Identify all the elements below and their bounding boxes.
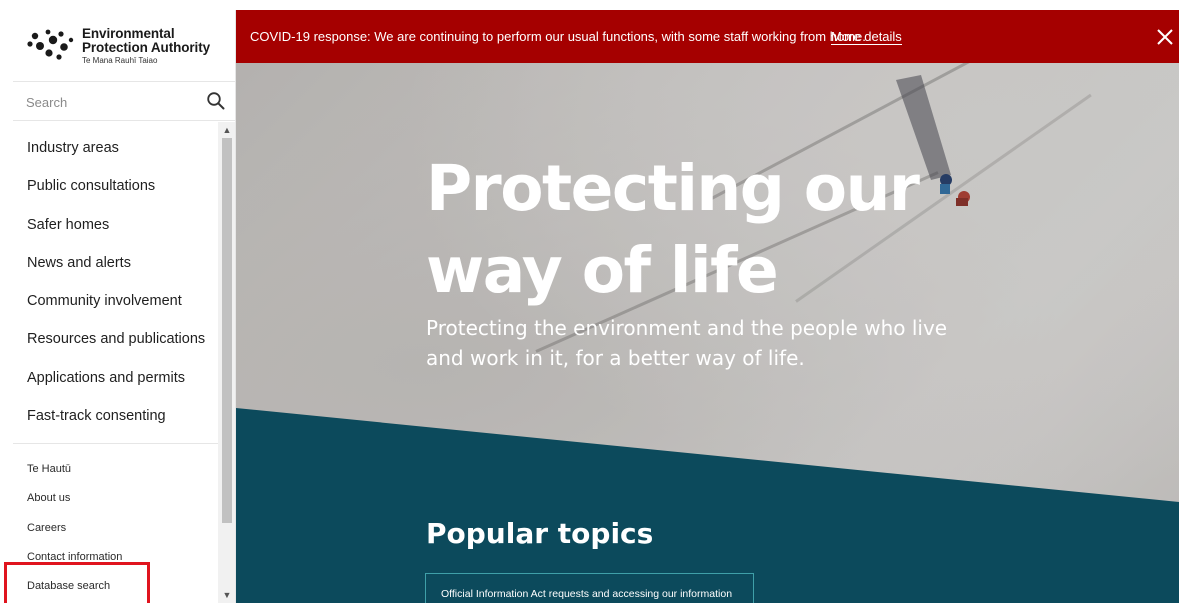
topic-card-official-information[interactable]: Official Information Act requests and ac… bbox=[425, 573, 754, 603]
hero-title-line2: way of life bbox=[426, 234, 779, 307]
covid-more-details-link[interactable]: More details bbox=[831, 29, 902, 45]
sidebar: Environmental Protection Authority Te Ma… bbox=[13, 10, 236, 603]
logo-mark-icon bbox=[27, 29, 74, 60]
scroll-down-icon[interactable]: ▼ bbox=[218, 587, 235, 603]
nav-item-news-and-alerts[interactable]: News and alerts bbox=[27, 253, 217, 291]
scroll-up-icon[interactable]: ▲ bbox=[218, 122, 235, 138]
nav-item-industry-areas[interactable]: Industry areas bbox=[27, 138, 217, 176]
hero-subtitle: Protecting the environment and the peopl… bbox=[426, 313, 986, 373]
search-box bbox=[13, 82, 235, 121]
main-content: COVID-19 response: We are continuing to … bbox=[236, 10, 1179, 603]
nav-item-contact-information[interactable]: Contact information bbox=[27, 550, 217, 579]
nav-item-safer-homes[interactable]: Safer homes bbox=[27, 215, 217, 253]
nav-item-resources-and-publications[interactable]: Resources and publications bbox=[27, 329, 217, 367]
logo-line2: Protection Authority bbox=[82, 40, 210, 55]
search-input[interactable] bbox=[26, 91, 196, 113]
covid-banner-text: COVID-19 response: We are continuing to … bbox=[250, 29, 866, 44]
nav-item-about-us[interactable]: About us bbox=[27, 491, 217, 520]
hero-title: Protecting our way of life bbox=[426, 148, 1026, 312]
secondary-navigation: Te Hautū About us Careers Contact inform… bbox=[27, 462, 217, 603]
epa-logo[interactable]: Environmental Protection Authority Te Ma… bbox=[13, 10, 235, 82]
covid-banner: COVID-19 response: We are continuing to … bbox=[236, 10, 1179, 63]
hero-subtitle-line1: Protecting the environment and the peopl… bbox=[426, 316, 948, 340]
nav-item-te-hautu[interactable]: Te Hautū bbox=[27, 462, 217, 491]
search-icon[interactable] bbox=[206, 91, 226, 111]
sidebar-scrollbar[interactable]: ▲ ▼ bbox=[218, 122, 235, 603]
nav-item-community-involvement[interactable]: Community involvement bbox=[27, 291, 217, 329]
nav-item-careers[interactable]: Careers bbox=[27, 521, 217, 550]
nav-item-fast-track-consenting[interactable]: Fast-track consenting bbox=[27, 406, 217, 444]
close-icon[interactable] bbox=[1155, 27, 1175, 47]
popular-topics-heading: Popular topics bbox=[426, 517, 654, 550]
logo-subtitle: Te Mana Rauhī Taiao bbox=[82, 56, 158, 65]
main-navigation: Industry areas Public consultations Safe… bbox=[27, 138, 217, 444]
scroll-thumb[interactable] bbox=[222, 138, 232, 523]
nav-item-database-search[interactable]: Database search bbox=[27, 579, 217, 603]
nav-item-applications-and-permits[interactable]: Applications and permits bbox=[27, 368, 217, 406]
topic-card-label: Official Information Act requests and ac… bbox=[441, 588, 733, 600]
logo-text: Environmental Protection Authority Te Ma… bbox=[82, 26, 210, 66]
hero-subtitle-line2: and work in it, for a better way of life… bbox=[426, 346, 805, 370]
nav-item-public-consultations[interactable]: Public consultations bbox=[27, 176, 217, 214]
nav-divider bbox=[13, 443, 218, 444]
hero-title-line1: Protecting our bbox=[426, 152, 920, 225]
logo-line1: Environmental bbox=[82, 26, 175, 41]
